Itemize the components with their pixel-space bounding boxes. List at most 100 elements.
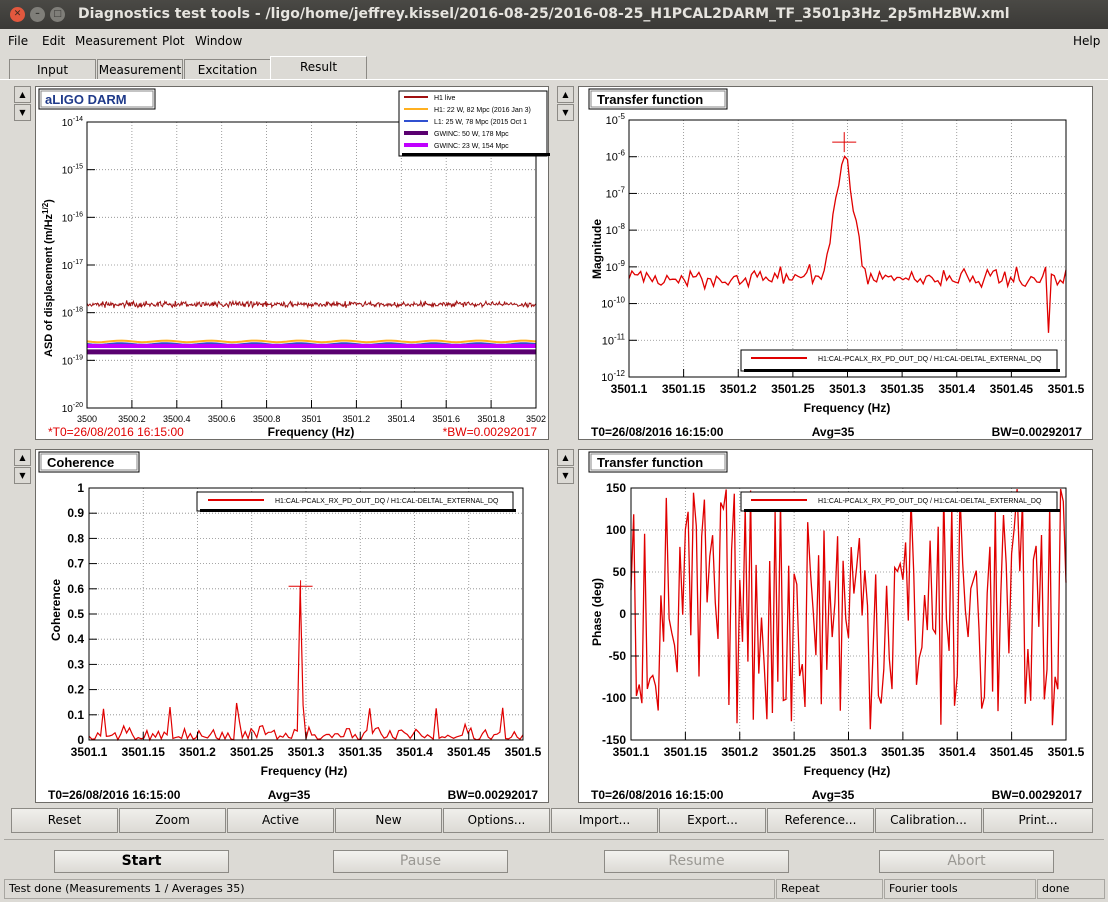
coh-ytick-label: 0.9 <box>67 506 84 520</box>
pad-up-arrow-2[interactable]: ▲ <box>557 86 574 103</box>
coherence-pane: Coherence 3501.1 3501.15 3501.2 3501.25 3501… <box>35 449 549 803</box>
title-bar: ✕ – □ Diagnostics test tools - /ligo/hom… <box>0 0 1108 29</box>
darm-xlabel: Frequency (Hz) <box>268 425 355 439</box>
coh-xtick-label: 3501.25 <box>230 745 274 759</box>
coh-xtick-label: 3501.5 <box>505 745 542 759</box>
active-button[interactable]: Active <box>227 808 334 833</box>
coh-legend[interactable]: H1:CAL-PCALX_RX_PD_OUT_DQ / H1:CAL-DELTA… <box>196 491 516 512</box>
tfmag-xtick-label: 3501.15 <box>662 382 706 396</box>
tfph-xlabel: Frequency (Hz) <box>804 764 891 778</box>
coh-ytick-label: 0.2 <box>67 683 84 697</box>
darm-xtick-label: 3500.6 <box>208 414 236 424</box>
coh-ytick-label: 0.5 <box>67 607 84 621</box>
tab-input[interactable]: Input <box>9 59 96 80</box>
export-button[interactable]: Export... <box>659 808 766 833</box>
pad-up-arrow-1[interactable]: ▲ <box>14 86 31 103</box>
coh-avg: Avg=35 <box>268 788 311 802</box>
tfph-bw: BW=0.00292017 <box>992 788 1083 802</box>
darm-plot-pane: aLIGO DARM 3500 3500.2 3500.4 3500.6 3500.8 3… <box>35 86 550 441</box>
tfph-ytick-label: -100 <box>602 691 626 705</box>
darm-xtick-label: 3501.4 <box>388 414 416 424</box>
tfph-title: Transfer function <box>597 455 703 470</box>
status-state: done <box>1037 879 1105 899</box>
tfmag-ytick-label: 10-9 <box>606 259 626 274</box>
calibration-button[interactable]: Calibration... <box>875 808 982 833</box>
tfmag-ytick-label: 10-6 <box>606 149 626 164</box>
pad-down-arrow-3[interactable]: ▼ <box>14 467 31 484</box>
tab-excitation[interactable]: Excitation <box>184 59 271 80</box>
resume-button[interactable]: Resume <box>604 850 789 873</box>
coh-xtick-label: 3501.1 <box>71 745 108 759</box>
tf-phase-plot[interactable]: Transfer function 3501.1 3501.15 3501.2 350… <box>579 450 1094 804</box>
darm-ytick-label: 10-15 <box>62 164 83 177</box>
print-button[interactable]: Print... <box>983 808 1093 833</box>
close-icon[interactable]: ✕ <box>10 7 25 22</box>
menu-window[interactable]: Window <box>195 34 242 48</box>
start-button[interactable]: Start <box>54 850 229 873</box>
menu-file[interactable]: File <box>8 34 28 48</box>
legend-h1live: H1 live <box>434 95 456 102</box>
tfmag-xtick-label: 3501.5 <box>1048 382 1085 396</box>
tfmag-xtick-label: 3501.3 <box>829 382 866 396</box>
maximize-icon[interactable]: □ <box>50 7 65 22</box>
menu-measurement[interactable]: Measurement <box>75 34 157 48</box>
tfmag-avg: Avg=35 <box>812 425 855 439</box>
tab-result[interactable]: Result <box>270 56 367 80</box>
pad-down-arrow-4[interactable]: ▼ <box>557 467 574 484</box>
legend-gwinc23: GWINC: 23 W, 154 Mpc <box>434 143 509 150</box>
darm-xtick-label: 3500.8 <box>253 414 281 424</box>
reset-button[interactable]: Reset <box>11 808 118 833</box>
pause-button[interactable]: Pause <box>333 850 508 873</box>
coherence-plot[interactable]: Coherence 3501.1 3501.15 3501.2 3501.25 3501… <box>36 450 550 804</box>
coh-bw: BW=0.00292017 <box>448 788 539 802</box>
abort-button[interactable]: Abort <box>879 850 1054 873</box>
minimize-icon[interactable]: – <box>30 7 45 22</box>
pad-up-arrow-4[interactable]: ▲ <box>557 449 574 466</box>
pad-up-arrow-3[interactable]: ▲ <box>14 449 31 466</box>
tfmag-bw: BW=0.00292017 <box>992 425 1083 439</box>
menu-plot[interactable]: Plot <box>162 34 185 48</box>
new-button[interactable]: New <box>335 808 442 833</box>
import-button[interactable]: Import... <box>551 808 658 833</box>
darm-xtick-label: 3500.2 <box>118 414 146 424</box>
reference-button[interactable]: Reference... <box>767 808 874 833</box>
tf-magnitude-plot[interactable]: Transfer function 3501.1 3501.15 3501.2 350… <box>579 87 1094 441</box>
pad-down-arrow-2[interactable]: ▼ <box>557 104 574 121</box>
coh-ytick-label: 0.7 <box>67 557 84 571</box>
options-button[interactable]: Options... <box>443 808 550 833</box>
tfmag-xtick-label: 3501.1 <box>611 382 648 396</box>
tab-divider <box>0 79 1108 80</box>
darm-ytick-label: 10-17 <box>62 259 83 272</box>
darm-xtick-label: 3501 <box>301 414 321 424</box>
coh-xtick-label: 3501.15 <box>122 745 166 759</box>
tfph-xtick-label: 3501.15 <box>664 745 708 759</box>
menu-help[interactable]: Help <box>1073 34 1100 48</box>
tfph-legend[interactable]: H1:CAL-PCALX_RX_PD_OUT_DQ / H1:CAL-DELTA… <box>740 491 1060 512</box>
coh-trace <box>88 580 524 742</box>
tfmag-ytick-label: 10-11 <box>602 332 626 347</box>
tfph-legend-label: H1:CAL-PCALX_RX_PD_OUT_DQ / H1:CAL-DELTA… <box>818 498 1042 505</box>
tfmag-ytick-label: 10-5 <box>606 112 626 127</box>
tfph-ticks: 3501.1 3501.15 3501.2 3501.25 3501.3 3501.35 3… <box>602 481 1085 759</box>
tfmag-legend[interactable]: H1:CAL-PCALX_RX_PD_OUT_DQ / H1:CAL-DELTA… <box>740 349 1060 372</box>
tfmag-xtick-label: 3501.45 <box>990 382 1034 396</box>
coh-grid <box>89 488 523 740</box>
darm-xtick-label: 3501.6 <box>432 414 460 424</box>
darm-legend[interactable]: H1 live H1: 22 W, 82 Mpc (2016 Jan 3) L1… <box>398 90 550 157</box>
tfmag-ytick-label: 10-10 <box>601 296 625 311</box>
tfmag-legend-label: H1:CAL-PCALX_RX_PD_OUT_DQ / H1:CAL-DELTA… <box>818 356 1042 363</box>
plot-toolbar: Reset Zoom Active New Options... Import.… <box>11 808 1095 833</box>
tab-measurement[interactable]: Measurement <box>97 59 183 80</box>
coh-ytick-label: 1 <box>77 481 84 495</box>
tfph-line <box>630 488 1067 730</box>
coh-ytick-label: 0.1 <box>67 708 84 722</box>
coh-ytick-label: 0.4 <box>67 632 84 646</box>
menu-edit[interactable]: Edit <box>42 34 65 48</box>
legend-h1ref: H1: 22 W, 82 Mpc (2016 Jan 3) <box>434 107 531 114</box>
tfmag-ylabel: Magnitude <box>590 219 604 279</box>
zoom-button[interactable]: Zoom <box>119 808 226 833</box>
tfph-ytick-label: -50 <box>609 649 627 663</box>
darm-plot[interactable]: aLIGO DARM 3500 3500.2 3500.4 3500.6 3500.8 3… <box>36 87 550 441</box>
coh-ytick-label: 0.6 <box>67 582 84 596</box>
pad-down-arrow-1[interactable]: ▼ <box>14 104 31 121</box>
